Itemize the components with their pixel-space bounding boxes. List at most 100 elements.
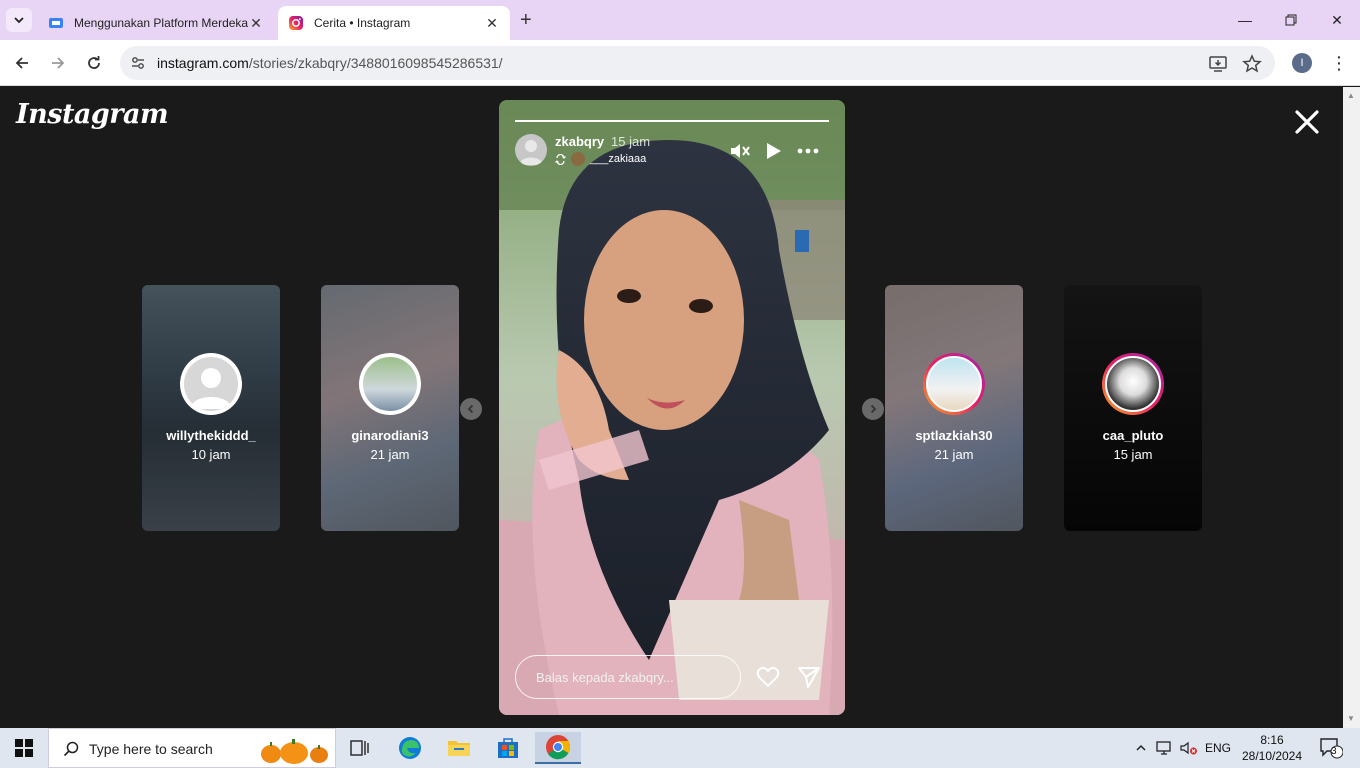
story-time: 15 jam <box>611 134 651 149</box>
task-view-icon <box>350 740 369 756</box>
back-button[interactable] <box>10 51 34 75</box>
browser-tab-bar: Menggunakan Platform Merdeka ✕ Cerita • … <box>0 0 1360 40</box>
scroll-up-icon[interactable]: ▲ <box>1347 91 1355 100</box>
close-tab-icon[interactable]: ✕ <box>248 15 264 32</box>
reply-field-wrapper <box>515 655 741 699</box>
story-time: 15 jam <box>1113 447 1153 462</box>
bookmark-star-icon[interactable] <box>1242 54 1262 74</box>
previous-story-button[interactable] <box>460 398 482 420</box>
story-progress-fill <box>515 120 829 122</box>
chrome-icon <box>546 735 570 760</box>
search-icon <box>63 741 79 757</box>
chevron-up-icon <box>1136 744 1146 751</box>
scroll-down-icon[interactable]: ▼ <box>1347 714 1355 723</box>
close-tab-icon[interactable]: ✕ <box>484 15 500 32</box>
close-icon[interactable] <box>1292 107 1322 137</box>
play-icon[interactable] <box>761 140 785 162</box>
minimize-button[interactable]: — <box>1222 8 1268 32</box>
store-taskbar-button[interactable] <box>488 732 528 764</box>
task-view-button[interactable] <box>340 732 380 764</box>
start-button[interactable] <box>0 728 48 768</box>
story-username: sptlazkiah30 <box>915 428 993 443</box>
chevron-down-icon <box>14 17 24 24</box>
show-hidden-icons-button[interactable] <box>1132 728 1150 768</box>
install-app-icon[interactable] <box>1208 54 1228 74</box>
tab-title: Cerita • Instagram <box>314 16 411 30</box>
repost-username: ___zakiaaa <box>590 153 647 165</box>
restore-icon <box>1285 14 1297 26</box>
chevron-left-icon <box>467 404 474 414</box>
clock-time: 8:16 <box>1260 733 1284 747</box>
url-path: /stories/zkabqry/3488016098545286531/ <box>248 55 503 71</box>
repost-info[interactable]: ___zakiaaa <box>555 152 646 166</box>
chrome-taskbar-button[interactable] <box>535 732 581 764</box>
avatar <box>1105 356 1161 412</box>
taskbar-search[interactable]: Type here to search <box>48 728 336 768</box>
clock-date: 28/10/2024 <box>1241 749 1303 763</box>
merdeka-favicon-icon <box>49 18 63 28</box>
story-username[interactable]: zkabqry <box>555 134 604 149</box>
notification-count: 3 <box>1331 746 1337 757</box>
notifications-button[interactable]: 3 <box>1316 728 1346 768</box>
reply-input[interactable] <box>516 656 740 698</box>
page-scrollbar[interactable]: ▲ ▼ <box>1343 87 1360 728</box>
story-username: ginarodiani3 <box>351 428 429 443</box>
more-options-icon[interactable] <box>796 140 820 162</box>
avatar <box>182 355 240 413</box>
site-settings-icon[interactable] <box>130 55 146 71</box>
default-user-icon <box>190 368 232 409</box>
pumpkins-icon <box>261 739 328 764</box>
avatar-ring <box>359 353 421 415</box>
story-card-willythekiddd[interactable]: willythekiddd_ 10 jam <box>142 285 280 531</box>
network-icon <box>1156 741 1171 755</box>
default-user-icon <box>519 140 543 165</box>
forward-button[interactable] <box>46 51 70 75</box>
new-tab-button[interactable]: + <box>520 9 532 31</box>
arrow-right-icon <box>52 57 65 69</box>
next-story-button[interactable] <box>862 398 884 420</box>
address-bar[interactable]: instagram.com/stories/zkabqry/3488016098… <box>120 46 1275 80</box>
url-text: instagram.com/stories/zkabqry/3488016098… <box>157 55 503 71</box>
story-username: caa_pluto <box>1102 428 1164 443</box>
url-host: instagram.com <box>157 55 249 71</box>
edge-taskbar-button[interactable] <box>390 732 430 764</box>
search-placeholder: Type here to search <box>89 741 213 757</box>
tab-search-button[interactable] <box>6 8 32 32</box>
tab-instagram[interactable]: Cerita • Instagram ✕ <box>278 6 510 40</box>
tab-title: Menggunakan Platform Merdeka <box>74 16 248 30</box>
close-window-button[interactable]: ✕ <box>1314 8 1360 32</box>
send-icon[interactable] <box>796 664 822 690</box>
active-story[interactable]: zkabqry 15 jam ___zakiaaa <box>499 100 845 715</box>
repost-avatar <box>571 152 585 166</box>
browser-toolbar: instagram.com/stories/zkabqry/3488016098… <box>0 40 1360 86</box>
browser-menu-icon[interactable]: ⋮ <box>1330 51 1348 75</box>
repost-icon <box>555 153 566 165</box>
story-time: 21 jam <box>934 447 974 462</box>
muted-icon[interactable] <box>728 140 752 162</box>
story-username: willythekiddd_ <box>166 428 256 443</box>
story-card-ginarodiani3[interactable]: ginarodiani3 21 jam <box>321 285 459 531</box>
profile-avatar[interactable]: I <box>1292 53 1312 73</box>
restore-button[interactable] <box>1268 8 1314 32</box>
avatar-ring-unseen <box>1102 353 1164 415</box>
edge-icon <box>399 737 421 759</box>
story-card-sptlazkiah30[interactable]: sptlazkiah30 21 jam <box>885 285 1023 531</box>
reload-icon <box>88 56 100 69</box>
folder-icon <box>448 741 470 756</box>
heart-icon[interactable] <box>755 664 781 690</box>
tab-merdeka[interactable]: Menggunakan Platform Merdeka ✕ <box>38 6 274 40</box>
avatar <box>361 355 419 413</box>
volume-button[interactable] <box>1178 728 1200 768</box>
story-user-avatar[interactable] <box>515 134 547 166</box>
language-indicator[interactable]: ENG <box>1204 728 1232 768</box>
reload-button[interactable] <box>82 51 106 75</box>
instagram-logo[interactable]: Instagram <box>16 99 169 130</box>
windows-taskbar: Type here to search ENG 8:16 28/10/2024 … <box>0 728 1360 768</box>
network-button[interactable] <box>1154 728 1176 768</box>
taskbar-clock[interactable]: 8:16 28/10/2024 <box>1238 732 1306 764</box>
story-image <box>499 100 845 715</box>
windows-logo-icon <box>15 739 33 757</box>
volume-muted-icon <box>1180 741 1197 755</box>
file-explorer-taskbar-button[interactable] <box>439 732 479 764</box>
story-card-caa_pluto[interactable]: caa_pluto 15 jam <box>1064 285 1202 531</box>
